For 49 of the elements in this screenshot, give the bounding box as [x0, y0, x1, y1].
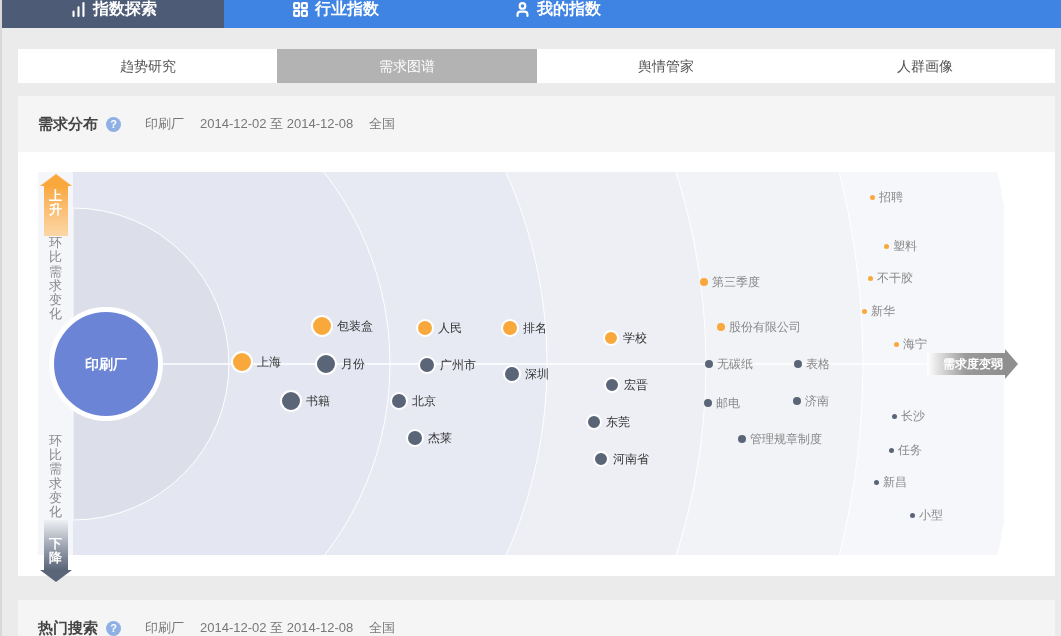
keyword-label[interactable]: 不干胶 — [876, 269, 913, 287]
tab[interactable]: 趋势研究 — [18, 49, 278, 83]
panel-title: 热门搜索 — [38, 617, 98, 636]
bar-chart-icon — [69, 0, 87, 18]
keyword-label[interactable]: 小型 — [918, 506, 943, 524]
help-icon[interactable]: ? — [106, 620, 121, 636]
keyword-label[interactable]: 长沙 — [900, 407, 925, 425]
keyword-label[interactable]: 月份 — [341, 355, 365, 373]
keyword-label[interactable]: 管理规章制度 — [750, 430, 822, 448]
tab[interactable]: 人群画像 — [795, 49, 1055, 83]
keyword-label[interactable]: 广州市 — [440, 356, 476, 374]
keyword-text: 印刷厂 — [145, 115, 184, 134]
grid-icon — [291, 0, 309, 18]
keyword-label[interactable]: 股份有限公司 — [729, 318, 801, 336]
keyword-label[interactable]: 海宁 — [902, 335, 927, 353]
nav-tab[interactable]: 指数探索 — [2, 0, 224, 28]
keyword-label[interactable]: 表格 — [806, 355, 830, 373]
keyword-label[interactable]: 书籍 — [306, 392, 330, 410]
keyword-label[interactable]: 河南省 — [613, 450, 649, 468]
help-icon[interactable]: ? — [106, 116, 121, 132]
keyword-label[interactable]: 人民 — [438, 319, 462, 337]
panel-title: 需求分布 — [38, 113, 98, 134]
tab[interactable]: 舆情管家 — [536, 49, 796, 83]
keyword-label[interactable]: 杰莱 — [428, 429, 452, 447]
keyword-label[interactable]: 排名 — [523, 319, 547, 337]
keyword-label[interactable]: 学校 — [623, 329, 647, 347]
keyword-label[interactable]: 北京 — [412, 392, 436, 410]
keyword-label[interactable]: 第三季度 — [712, 273, 760, 291]
date-range: 2014-12-02 至 2014-12-08 — [200, 619, 354, 636]
keyword-label[interactable]: 济南 — [805, 392, 829, 410]
keyword-label[interactable]: 邮电 — [716, 394, 740, 412]
keyword-label[interactable]: 东莞 — [606, 413, 630, 431]
keyword-text: 印刷厂 — [145, 619, 184, 636]
keyword-label[interactable]: 新华 — [870, 302, 895, 320]
tab[interactable]: 需求图谱 — [277, 49, 537, 83]
user-icon — [513, 0, 531, 18]
keyword-label[interactable]: 招聘 — [878, 188, 903, 206]
keyword-label[interactable]: 深圳 — [525, 365, 549, 383]
keyword-label[interactable]: 包装盒 — [337, 317, 373, 335]
keyword-label[interactable]: 无碳纸 — [717, 355, 753, 373]
region-text: 全国 — [369, 619, 396, 636]
region-text: 全国 — [369, 115, 396, 134]
date-range: 2014-12-02 至 2014-12-08 — [200, 115, 354, 134]
keyword-label[interactable]: 塑料 — [892, 237, 917, 255]
keyword-label[interactable]: 上海 — [257, 353, 281, 371]
keyword-label[interactable]: 宏晋 — [624, 376, 648, 394]
keyword-label[interactable]: 新昌 — [882, 473, 907, 491]
keyword-label[interactable]: 任务 — [897, 441, 922, 459]
axis-label: 环比需求变化 — [49, 433, 62, 520]
